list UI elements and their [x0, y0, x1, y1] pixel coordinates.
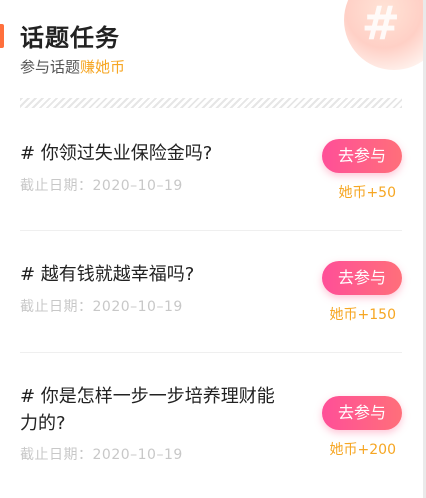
join-button[interactable]: 去参与 — [322, 396, 402, 430]
item-separator — [20, 230, 402, 231]
subtitle-highlight: 赚她币 — [80, 58, 126, 76]
topic-item: # 你领过失业保险金吗? 截止日期：2020–10–19 去参与 她币+50 — [20, 139, 402, 201]
topic-title[interactable]: # 你领过失业保险金吗? — [20, 140, 285, 167]
join-button[interactable]: 去参与 — [322, 139, 402, 173]
topic-item: # 你是怎样一步一步培养理财能力的? 截止日期：2020–10–19 去参与 她… — [20, 383, 402, 464]
topic-title[interactable]: # 越有钱就越幸福吗? — [20, 261, 285, 288]
topic-title[interactable]: # 你是怎样一步一步培养理财能力的? — [20, 383, 285, 437]
subtitle-text: 参与话题 — [20, 58, 81, 76]
title-accent-bar — [0, 24, 4, 48]
topic-reward: 她币+50 — [338, 185, 396, 201]
page-title: 话题任务 — [20, 24, 120, 52]
topic-reward: 她币+200 — [329, 442, 396, 458]
striped-divider — [20, 98, 402, 108]
topic-task-card: # 话题任务 参与话题赚她币 # 你领过失业保险金吗? 截止日期：2020–10… — [0, 0, 426, 498]
join-button[interactable]: 去参与 — [322, 261, 402, 295]
page-subtitle: 参与话题赚她币 — [20, 56, 125, 77]
item-separator — [20, 352, 402, 353]
topic-reward: 她币+150 — [329, 307, 396, 323]
topic-item: # 越有钱就越幸福吗? 截止日期：2020–10–19 去参与 她币+150 — [20, 261, 402, 323]
hash-icon: # — [361, 0, 400, 50]
